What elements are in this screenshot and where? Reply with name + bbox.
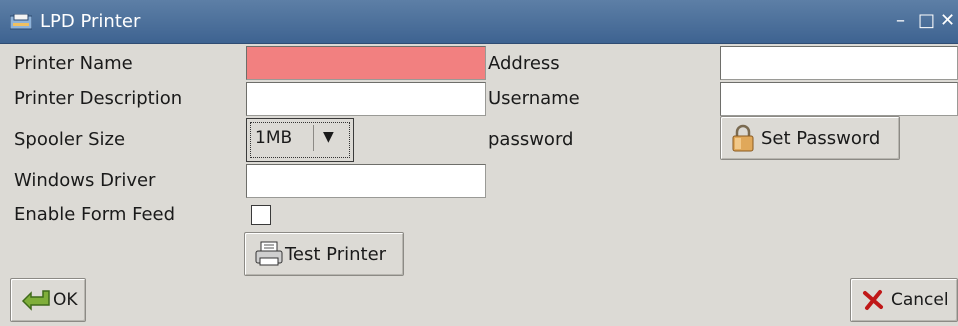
password-label: password: [488, 129, 574, 150]
padlock-icon: [732, 124, 754, 152]
printer-window-icon: [10, 14, 32, 30]
windows-driver-label: Windows Driver: [14, 170, 156, 191]
printer-description-label: Printer Description: [14, 88, 183, 109]
address-label: Address: [488, 53, 560, 74]
ok-button[interactable]: OK: [10, 278, 86, 322]
title-bar[interactable]: LPD Printer – □ ✕: [0, 0, 958, 44]
set-password-button[interactable]: Set Password: [720, 116, 900, 160]
cancel-button[interactable]: Cancel: [850, 278, 958, 322]
spooler-size-label: Spooler Size: [14, 129, 126, 150]
username-label: Username: [488, 88, 580, 109]
printer-description-input[interactable]: [246, 82, 486, 116]
printer-name-label: Printer Name: [14, 53, 133, 74]
spooler-size-select[interactable]: 1MB ▼: [246, 118, 354, 162]
minimize-button[interactable]: –: [896, 10, 905, 32]
cancel-label: Cancel: [891, 290, 949, 310]
spooler-size-value: 1MB: [255, 128, 293, 148]
username-input[interactable]: [720, 82, 958, 116]
close-button[interactable]: ✕: [940, 10, 955, 32]
printer-icon: [255, 241, 283, 266]
windows-driver-input[interactable]: [246, 164, 486, 198]
enable-form-feed-checkbox[interactable]: [251, 205, 271, 225]
enable-form-feed-label: Enable Form Feed: [14, 204, 176, 225]
test-printer-button[interactable]: Test Printer: [244, 232, 404, 276]
dropdown-arrow-icon: ▼: [323, 129, 334, 145]
test-printer-label: Test Printer: [285, 243, 387, 265]
window-title: LPD Printer: [40, 11, 141, 32]
set-password-label: Set Password: [761, 127, 881, 149]
ok-arrow-icon: [21, 290, 50, 311]
address-input[interactable]: [720, 46, 958, 80]
cancel-x-icon: [863, 290, 883, 310]
ok-label: OK: [53, 290, 78, 310]
maximize-button[interactable]: □: [918, 10, 935, 32]
printer-name-input[interactable]: [246, 46, 486, 80]
